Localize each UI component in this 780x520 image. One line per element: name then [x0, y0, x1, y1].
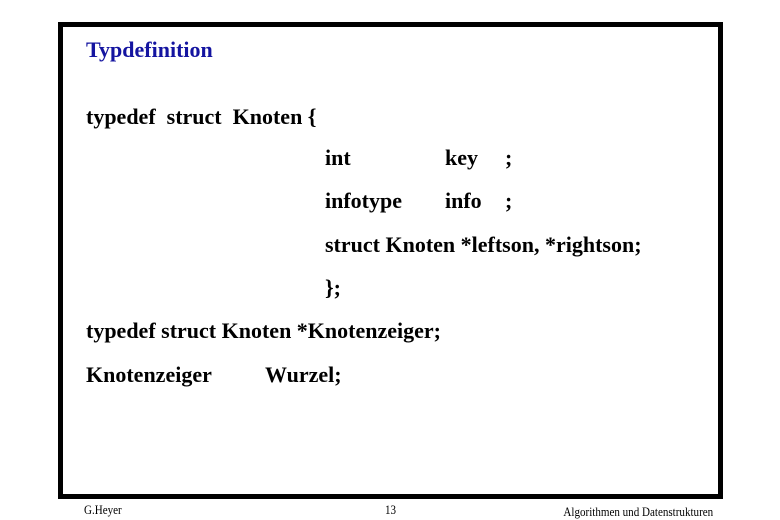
code-typedef-pointer: typedef struct Knoten *Knotenzeiger; — [86, 318, 441, 343]
footer-course-title: Algorithmen und Datenstrukturen — [563, 504, 713, 519]
code-field2-type: infotype — [325, 188, 402, 213]
slide-title: Typdefinition — [86, 37, 213, 62]
code-decl-name: Wurzel; — [265, 362, 342, 387]
code-field2-semicolon: ; — [505, 188, 513, 213]
code-field2-name: info — [445, 188, 482, 213]
code-decl-type: Knotenzeiger — [86, 362, 212, 387]
code-field1-name: key — [445, 145, 478, 170]
code-close-brace: }; — [325, 275, 341, 300]
code-line-typedef-struct: typedef struct Knoten { — [86, 104, 317, 129]
footer-author: G.Heyer — [84, 502, 122, 517]
code-field3: struct Knoten *leftson, *rightson; — [325, 232, 642, 257]
code-field1-type: int — [325, 145, 351, 170]
footer-page-number: 13 — [385, 502, 397, 517]
slide-frame — [58, 22, 723, 499]
code-field1-semicolon: ; — [505, 145, 513, 170]
